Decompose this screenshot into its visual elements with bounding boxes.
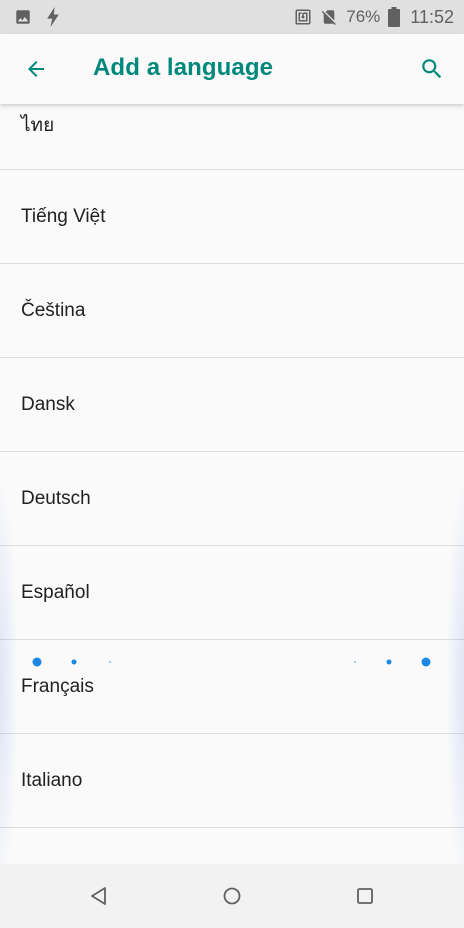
language-label: Deutsch — [21, 487, 91, 509]
screen: 76% 11:52 Add a language ไทย Tiếng Việt … — [0, 0, 464, 928]
nav-home-button[interactable] — [216, 880, 248, 912]
language-label: ไทย — [21, 114, 55, 136]
language-list: ไทย Tiếng Việt Čeština Dansk Deutsch Esp… — [0, 76, 464, 828]
back-triangle-icon — [89, 886, 109, 906]
image-icon — [14, 8, 32, 26]
list-item[interactable]: Français — [0, 640, 464, 734]
language-label: Tiếng Việt — [21, 205, 106, 227]
app-bar: Add a language — [0, 34, 464, 104]
navigation-bar — [0, 864, 464, 928]
list-item[interactable]: Čeština — [0, 264, 464, 358]
list-item[interactable]: Dansk — [0, 358, 464, 452]
search-button[interactable] — [414, 51, 450, 87]
nfc-icon — [294, 8, 312, 26]
no-sim-icon — [320, 8, 338, 26]
back-button[interactable] — [18, 51, 54, 87]
list-item[interactable]: Español — [0, 546, 464, 640]
language-label: Italiano — [21, 769, 83, 791]
clock: 11:52 — [410, 6, 454, 27]
flash-icon — [46, 7, 60, 27]
battery-icon — [388, 7, 401, 27]
language-label: Español — [21, 581, 90, 603]
status-bar: 76% 11:52 — [0, 0, 464, 34]
language-label: Français — [21, 675, 94, 697]
battery-percent: 76% — [346, 7, 381, 26]
home-circle-icon — [222, 886, 242, 906]
language-label: Čeština — [21, 299, 86, 321]
search-icon — [419, 56, 445, 82]
status-left — [14, 7, 60, 27]
nav-back-button[interactable] — [83, 880, 115, 912]
nav-recents-button[interactable] — [349, 880, 381, 912]
list-item[interactable]: Tiếng Việt — [0, 170, 464, 264]
recents-square-icon — [355, 886, 375, 906]
list-item[interactable]: Deutsch — [0, 452, 464, 546]
list-item[interactable]: Italiano — [0, 734, 464, 828]
page-title: Add a language — [93, 54, 274, 81]
arrow-back-icon — [24, 57, 48, 81]
status-right: 76% 11:52 — [294, 7, 454, 28]
language-label: Dansk — [21, 393, 75, 415]
